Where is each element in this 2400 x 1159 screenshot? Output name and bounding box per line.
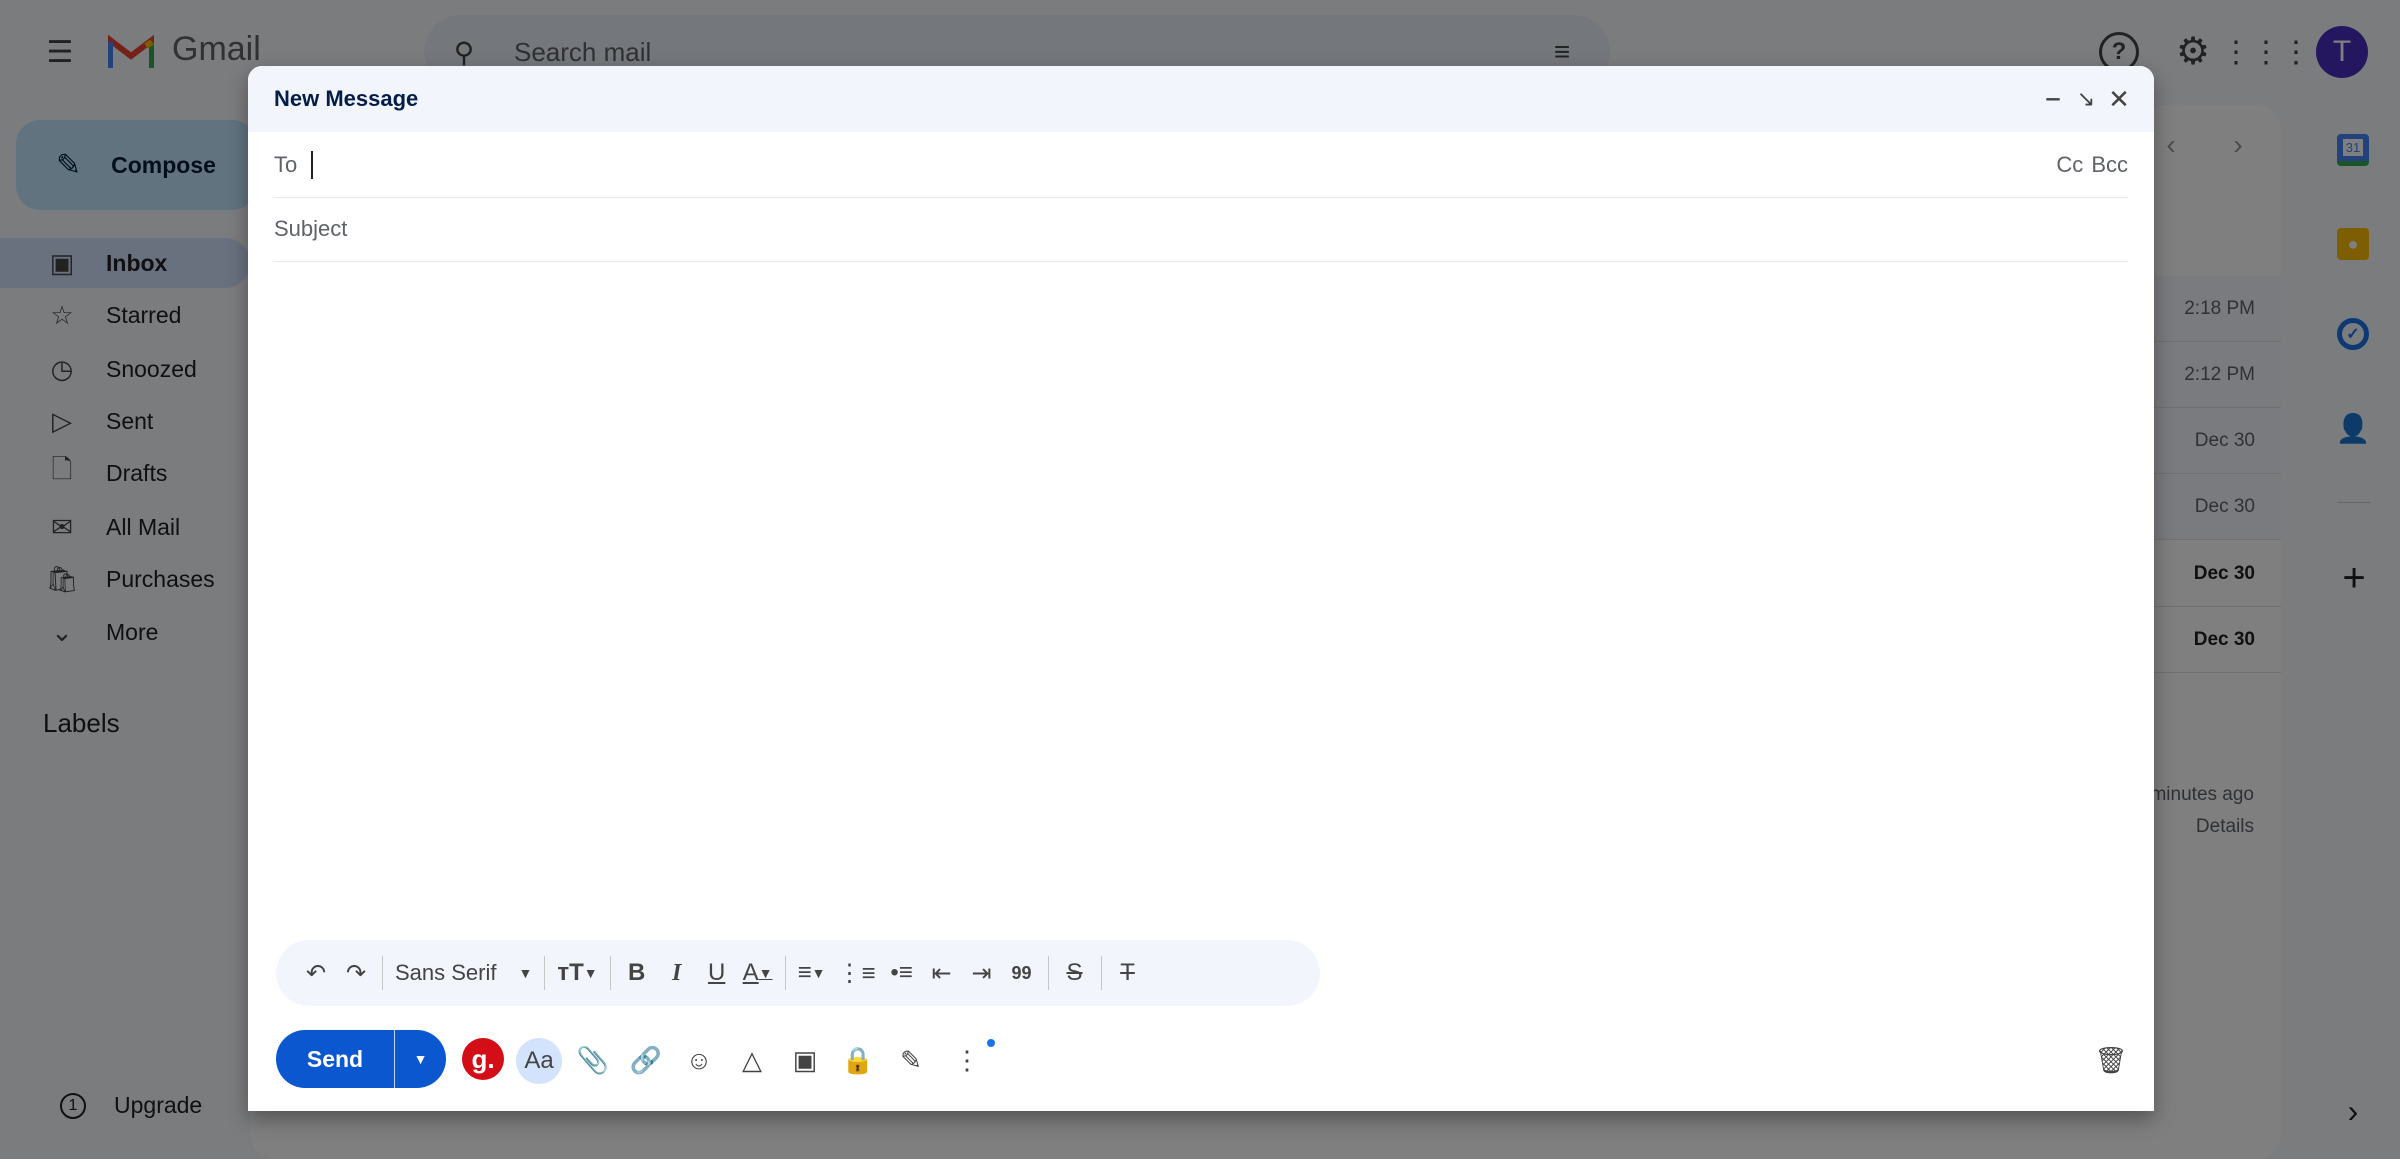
grammarly-icon[interactable]: g. — [462, 1038, 504, 1080]
to-field[interactable]: To Cc Bcc — [274, 132, 2128, 198]
toolbar-divider — [610, 956, 611, 990]
link-icon[interactable]: 🔗 — [626, 1040, 666, 1080]
numbered-list-icon[interactable]: ⋮≡ — [832, 953, 882, 993]
toolbar-divider — [785, 956, 786, 990]
indent-more-icon[interactable]: ⇥ — [962, 953, 1002, 993]
bcc-button[interactable]: Bcc — [2091, 152, 2128, 178]
exit-full-screen-icon[interactable]: ↘ — [2071, 84, 2101, 114]
send-button-group: Send ▼ — [276, 1030, 446, 1088]
compose-title: New Message — [274, 86, 418, 112]
confidential-mode-icon[interactable]: 🔒 — [838, 1040, 878, 1080]
emoji-icon[interactable]: ☺ — [679, 1040, 719, 1080]
minimize-icon[interactable]: ‒ — [2038, 84, 2068, 114]
notification-dot — [987, 1039, 995, 1047]
subject-field[interactable]: Subject — [274, 196, 2128, 262]
underline-icon[interactable]: U — [697, 953, 737, 993]
discard-draft-icon[interactable]: 🗑 — [2091, 1040, 2131, 1080]
formatting-options-button[interactable]: Aa — [516, 1038, 562, 1084]
quote-icon[interactable]: 99 — [1002, 953, 1042, 993]
bulleted-list-icon[interactable]: •≡ — [882, 953, 922, 993]
text-color-icon[interactable]: A▼ — [737, 953, 779, 993]
font-name: Sans Serif — [395, 960, 497, 986]
italic-icon[interactable]: I — [657, 953, 697, 993]
caret-down-icon: ▼ — [519, 965, 533, 981]
cc-button[interactable]: Cc — [2056, 152, 2083, 178]
toolbar-divider — [544, 956, 545, 990]
toolbar-divider — [1048, 956, 1049, 990]
toolbar-divider — [382, 956, 383, 990]
toolbar-divider — [1101, 956, 1102, 990]
indent-less-icon[interactable]: ⇤ — [922, 953, 962, 993]
bold-icon[interactable]: B — [617, 953, 657, 993]
formatting-toolbar: ↶ ↷ Sans Serif▼ ᴛT▼ B I U A▼ ≡▼ ⋮≡ •≡ ⇤ … — [276, 940, 1320, 1006]
to-label: To — [274, 152, 297, 178]
more-options-icon[interactable]: ⋮ — [947, 1040, 987, 1080]
attach-icon[interactable]: 📎 — [573, 1040, 613, 1080]
remove-formatting-icon[interactable]: T — [1108, 953, 1148, 993]
text-cursor — [311, 151, 313, 179]
signature-icon[interactable]: ✎ — [891, 1040, 931, 1080]
compose-dialog: New Message ‒ ↘ ✕ To Cc Bcc Subject ↶ ↷ … — [248, 66, 2154, 1111]
send-options-button[interactable]: ▼ — [395, 1051, 446, 1067]
font-select[interactable]: Sans Serif ▼ — [389, 953, 538, 993]
message-body[interactable] — [274, 266, 2128, 926]
redo-icon[interactable]: ↷ — [336, 953, 376, 993]
font-size-icon[interactable]: ᴛT▼ — [551, 953, 603, 993]
compose-header[interactable]: New Message ‒ ↘ ✕ — [248, 66, 2154, 132]
send-button[interactable]: Send — [276, 1046, 394, 1073]
subject-input[interactable]: Subject — [274, 216, 347, 242]
drive-icon[interactable]: △ — [732, 1040, 772, 1080]
photo-icon[interactable]: ▣ — [785, 1040, 825, 1080]
strikethrough-icon[interactable]: S — [1055, 953, 1095, 993]
undo-icon[interactable]: ↶ — [296, 953, 336, 993]
align-icon[interactable]: ≡▼ — [792, 953, 832, 993]
close-icon[interactable]: ✕ — [2104, 84, 2134, 114]
